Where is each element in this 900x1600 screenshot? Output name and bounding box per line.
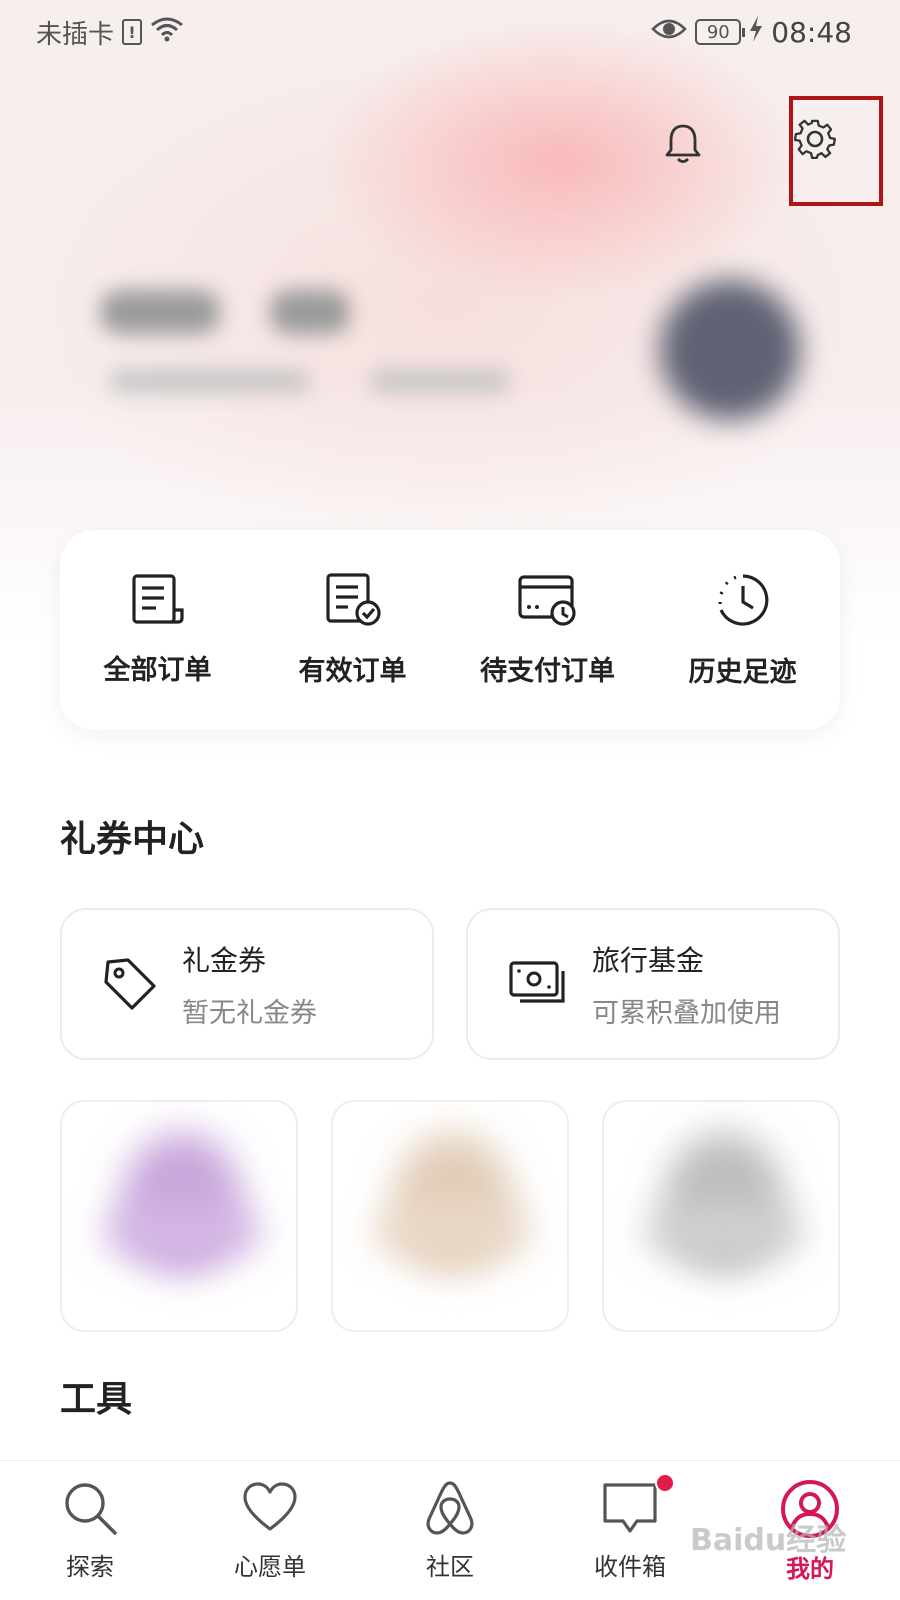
- valid-orders-icon: [325, 572, 381, 626]
- history-icon: [717, 573, 768, 626]
- profile-icon: [781, 1480, 839, 1538]
- profile-info-blur-2: [370, 370, 510, 392]
- notification-bell-button[interactable]: [658, 118, 708, 168]
- coupon-title: 旅行基金: [592, 943, 705, 977]
- sim-warning-icon: !: [122, 19, 143, 45]
- username-blur: [100, 290, 220, 334]
- profile-info-blur: [110, 370, 310, 392]
- avatar[interactable]: [660, 280, 800, 420]
- unread-badge: [655, 1473, 675, 1493]
- status-left: 未插卡 !: [36, 14, 184, 51]
- wifi-icon: [150, 15, 184, 50]
- promo-image-blur: [644, 1202, 804, 1262]
- bell-icon: [665, 124, 701, 163]
- coupon-text: 旅行基金 可累积叠加使用: [592, 939, 781, 1030]
- order-label: 待支付订单: [480, 655, 615, 687]
- message-icon: [603, 1483, 657, 1533]
- order-label: 历史足迹: [688, 656, 797, 688]
- charging-icon: [749, 15, 763, 49]
- nav-item-explore[interactable]: 探索: [15, 1479, 165, 1582]
- status-bar: 未插卡 ! 90 08:48: [0, 0, 900, 64]
- coupon-title: 礼金券: [182, 943, 267, 977]
- pending-payment-icon: [517, 574, 576, 626]
- tag-icon: [104, 958, 156, 1010]
- profile-header[interactable]: [80, 270, 840, 430]
- promo-card[interactable]: [602, 1100, 840, 1332]
- clock: 08:48: [771, 15, 852, 49]
- coupon-card-travel-fund[interactable]: 旅行基金 可累积叠加使用: [466, 908, 840, 1060]
- all-orders-icon: [131, 573, 184, 624]
- search-icon: [65, 1483, 117, 1535]
- carrier-text: 未插卡: [36, 19, 115, 50]
- order-item-all[interactable]: 全部订单: [68, 573, 248, 687]
- heart-icon: [243, 1482, 297, 1531]
- coupon-subtitle: 可累积叠加使用: [592, 997, 781, 1029]
- nav-label: 心愿单: [234, 1553, 306, 1581]
- nav-label: 我的: [786, 1555, 834, 1583]
- order-item-pending[interactable]: 待支付订单: [458, 573, 638, 688]
- nav-item-inbox[interactable]: 收件箱: [555, 1473, 705, 1582]
- money-icon: [509, 961, 565, 1003]
- eye-icon: [651, 17, 688, 48]
- order-label: 有效订单: [298, 655, 407, 687]
- coupon-subtitle: 暂无礼金券: [182, 997, 317, 1029]
- settings-highlight-box: [789, 96, 883, 206]
- coupon-card-gift[interactable]: 礼金券 暂无礼金券: [60, 908, 434, 1060]
- battery-indicator: 90: [695, 19, 746, 45]
- nav-label: 探索: [66, 1553, 114, 1581]
- order-item-history[interactable]: 历史足迹: [653, 572, 833, 689]
- nav-item-wishlist[interactable]: 心愿单: [195, 1479, 345, 1582]
- status-right: 90 08:48: [651, 15, 852, 49]
- order-label: 全部订单: [103, 654, 212, 686]
- bottom-navigation: 探索 心愿单 社区 收件箱 我的: [0, 1460, 900, 1600]
- order-item-valid[interactable]: 有效订单: [263, 572, 443, 688]
- promo-image-blur: [102, 1202, 262, 1262]
- coupon-section-title: 礼券中心: [60, 819, 205, 860]
- promo-card[interactable]: [60, 1100, 298, 1332]
- coupon-text: 礼金券 暂无礼金券: [182, 939, 317, 1030]
- nav-label: 收件箱: [594, 1553, 666, 1581]
- promo-image-blur: [373, 1202, 533, 1262]
- nav-item-community[interactable]: 社区: [375, 1479, 525, 1582]
- nav-label: 社区: [426, 1553, 474, 1581]
- promo-card[interactable]: [331, 1100, 569, 1332]
- nav-item-profile[interactable]: 我的: [735, 1479, 885, 1584]
- username-blur-2: [270, 290, 350, 334]
- orders-card: 全部订单 有效订单 待支付订单 历史足迹: [60, 530, 840, 730]
- airbnb-logo-icon: [426, 1481, 474, 1535]
- tools-section-title: 工具: [60, 1379, 133, 1420]
